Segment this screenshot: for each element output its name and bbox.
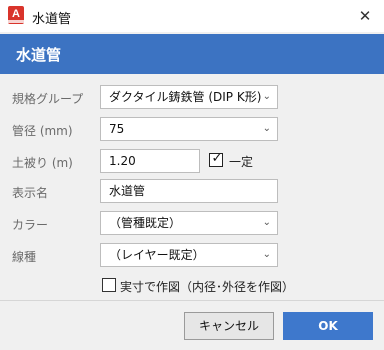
color-select[interactable]: （管種既定） ⌄ xyxy=(100,211,278,235)
display-name-input[interactable]: 水道管 xyxy=(100,179,278,203)
diameter-label: 管径 (mm) xyxy=(12,124,73,138)
checkmark-icon: ✓ xyxy=(211,151,223,166)
close-button[interactable]: ✕ xyxy=(354,5,376,27)
actual-size-checkbox[interactable] xyxy=(102,278,116,292)
line-type-select[interactable]: （レイヤー既定） ⌄ xyxy=(100,243,278,267)
diameter-select[interactable]: 75 ⌄ xyxy=(100,117,278,141)
diameter-value: 75 xyxy=(109,122,125,136)
title-bar: A 水道管 ✕ xyxy=(0,0,384,32)
display-name-label: 表示名 xyxy=(12,186,49,200)
actual-size-label: 実寸で作図（内径･外径を作図） xyxy=(120,280,295,294)
window-title: 水道管 xyxy=(32,12,72,27)
dialog-header: 水道管 xyxy=(0,34,384,74)
display-name-value: 水道管 xyxy=(109,184,146,198)
chevron-down-icon: ⌄ xyxy=(262,217,271,228)
spec-group-label: 規格グループ xyxy=(12,92,84,106)
line-type-value: （レイヤー既定） xyxy=(109,248,205,262)
fixed-checkbox[interactable]: ✓ xyxy=(209,151,223,167)
spec-group-select[interactable]: ダクタイル鋳鉄管 (DIP K形) ⌄ xyxy=(100,85,278,109)
color-label: カラー xyxy=(12,218,49,232)
fixed-checkbox-label: 一定 xyxy=(229,155,254,169)
footer-divider xyxy=(0,300,384,301)
cover-depth-input[interactable]: 1.20 xyxy=(100,149,200,173)
chevron-down-icon: ⌄ xyxy=(262,91,271,102)
close-icon: ✕ xyxy=(358,7,372,25)
cover-depth-value: 1.20 xyxy=(109,154,136,168)
header-title: 水道管 xyxy=(16,46,62,64)
spec-group-value: ダクタイル鋳鉄管 (DIP K形) xyxy=(109,90,262,104)
cover-depth-label: 土被り (m) xyxy=(12,156,73,170)
cancel-button[interactable]: キャンセル xyxy=(184,312,274,340)
line-type-label: 線種 xyxy=(12,250,37,264)
app-icon: A xyxy=(8,6,24,24)
color-value: （管種既定） xyxy=(109,216,182,230)
ok-button[interactable]: OK xyxy=(283,312,373,340)
chevron-down-icon: ⌄ xyxy=(262,123,271,134)
chevron-down-icon: ⌄ xyxy=(262,249,271,260)
